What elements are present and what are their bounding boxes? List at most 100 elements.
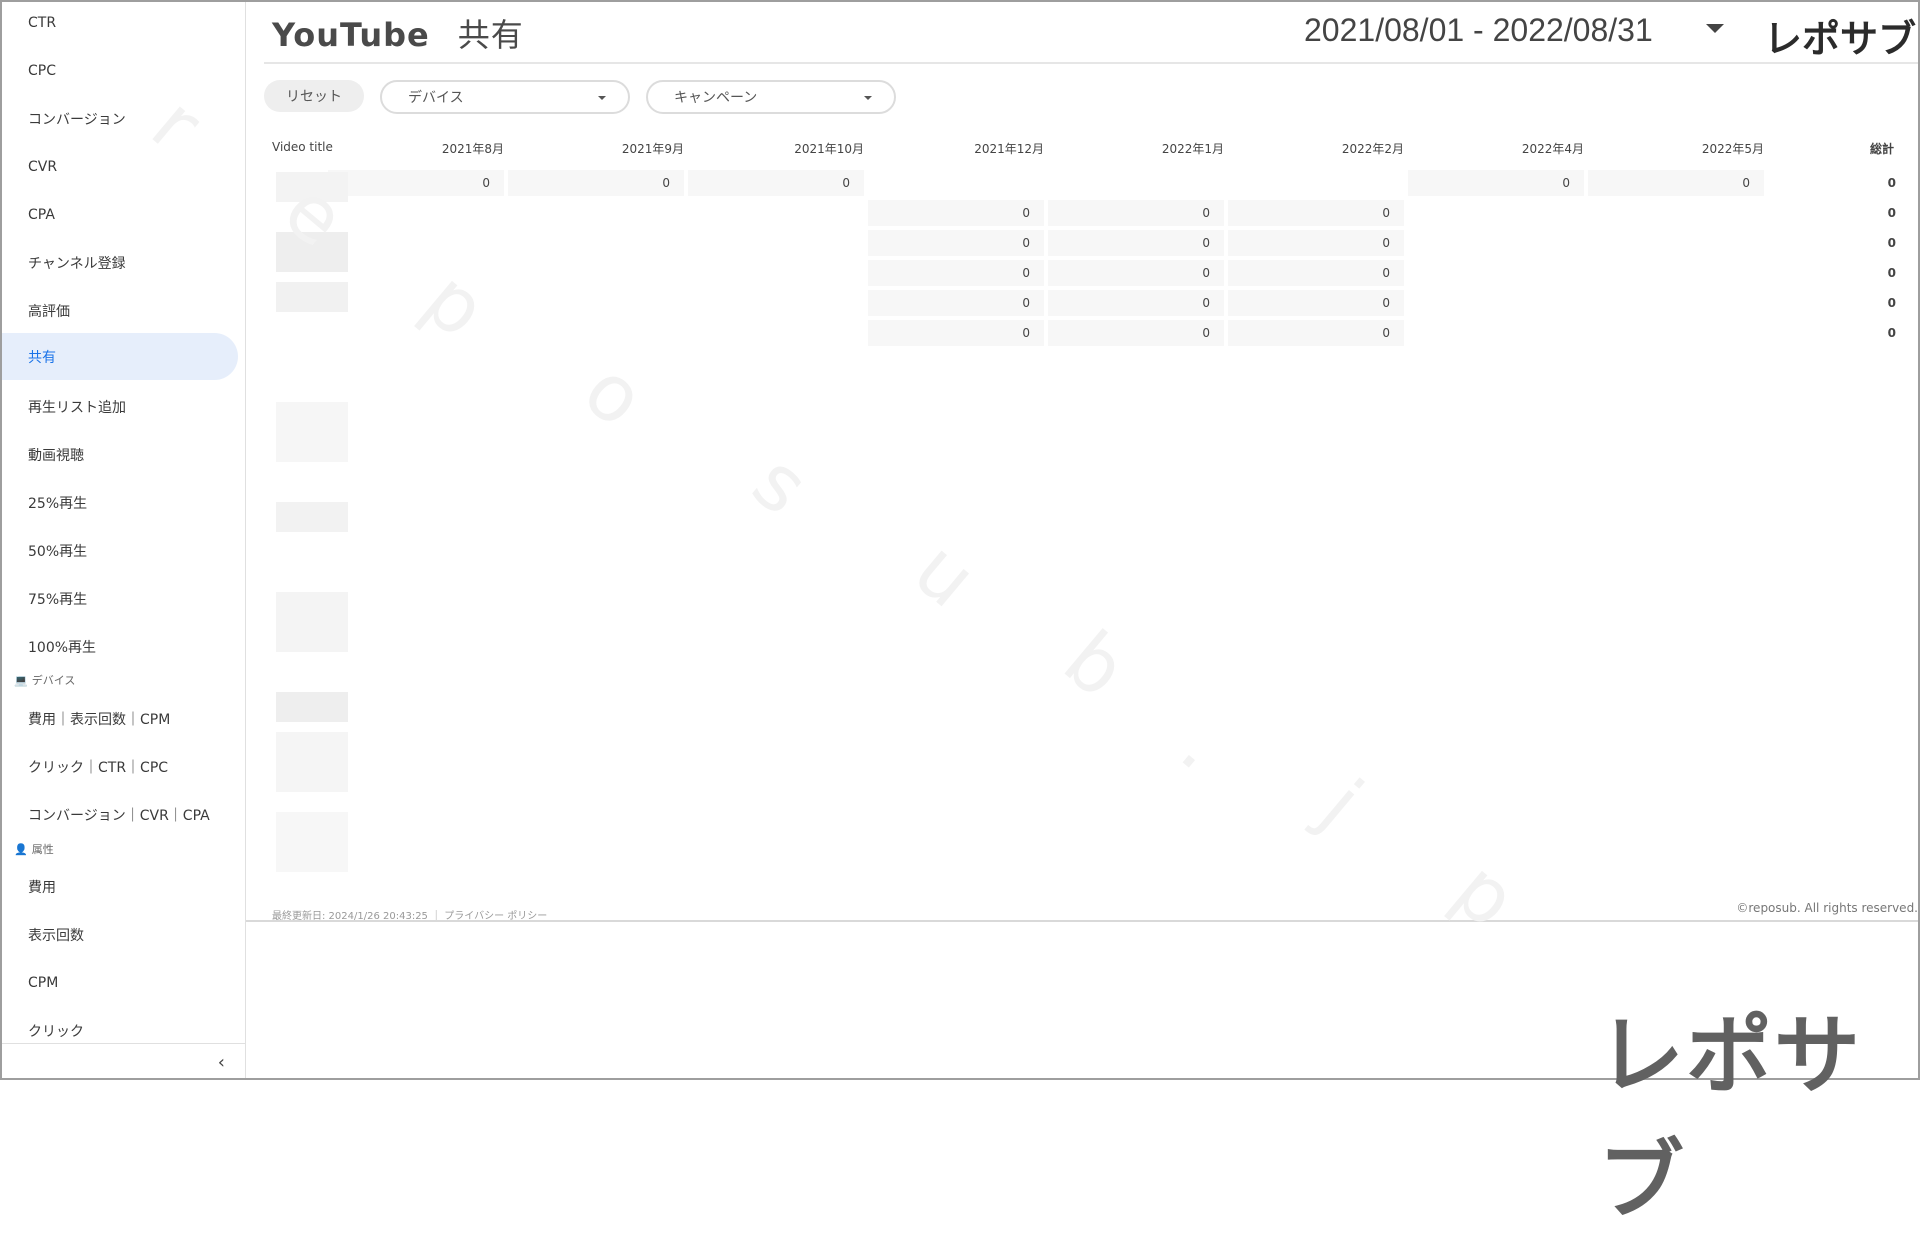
sidebar-item-attr-click[interactable]: クリック: [2, 1007, 238, 1044]
sidebar-item-label: CTR: [28, 14, 57, 31]
sidebar-item-label: 高評価: [28, 303, 70, 320]
sidebar-item-attr-cost[interactable]: 費用: [2, 863, 238, 910]
sidebar-item-device-conversion[interactable]: コンバージョン｜CVR｜CPA: [2, 791, 238, 838]
page-title: YouTube 共有: [272, 10, 524, 56]
redacted-block: [276, 502, 348, 532]
sidebar-item-likes[interactable]: 高評価: [2, 287, 238, 334]
table-cell: [1048, 170, 1224, 196]
campaign-select-value: キャンペーン: [674, 90, 758, 106]
column-header[interactable]: 2021年12月: [974, 140, 1044, 157]
table-cell: [508, 260, 684, 286]
main-content: YouTube 共有 2021/08/01 - 2022/08/31 レポサブ リ…: [264, 2, 1918, 922]
column-header[interactable]: 2021年9月: [622, 140, 684, 157]
sidebar-item-cpa[interactable]: CPA: [2, 191, 238, 238]
redacted-block: [276, 592, 348, 652]
chevron-left-icon[interactable]: ‹: [218, 1052, 225, 1073]
table-row: 000000: [264, 168, 1918, 198]
sidebar-item-ctr[interactable]: CTR: [2, 2, 238, 46]
sidebar-item-50-play[interactable]: 50%再生: [2, 527, 238, 574]
table-cell: [868, 170, 1044, 196]
table-cell: 0: [868, 290, 1044, 316]
table-cell: [1408, 230, 1584, 256]
sidebar-item-channel-subscribe[interactable]: チャンネル登録: [2, 239, 238, 286]
table-cell-total: 0: [1887, 206, 1896, 220]
column-header-total[interactable]: 総計: [1870, 140, 1894, 157]
sidebar-item-label: CPM: [28, 974, 59, 991]
column-header[interactable]: 2022年5月: [1702, 140, 1764, 157]
sidebar-item-75-play[interactable]: 75%再生: [2, 575, 238, 622]
date-range-dropdown-icon[interactable]: [1706, 24, 1724, 33]
column-header[interactable]: 2021年10月: [794, 140, 864, 157]
copyright-text: ©reposub. All rights reserved.: [1736, 901, 1918, 915]
table-cell: 0: [688, 170, 864, 196]
date-range-display[interactable]: 2021/08/01 - 2022/08/31: [1304, 12, 1653, 49]
table-cell: 0: [1228, 200, 1404, 226]
sidebar-item-25-play[interactable]: 25%再生: [2, 479, 238, 526]
device-select[interactable]: デバイス: [380, 80, 630, 114]
sidebar-item-video-views[interactable]: 動画視聴: [2, 431, 238, 478]
table-cell: [688, 260, 864, 286]
sidebar-item-label: 再生リスト追加: [28, 399, 126, 416]
redacted-block: [276, 402, 348, 462]
table-cell-total: 0: [1887, 296, 1896, 310]
table-cell: 0: [1408, 170, 1584, 196]
table-row: 0000: [264, 318, 1918, 348]
table-cell: 0: [868, 200, 1044, 226]
table-cell-total: 0: [1887, 236, 1896, 250]
sidebar-item-label: 費用｜表示回数｜CPM: [28, 711, 171, 728]
table-cell: 0: [1048, 290, 1224, 316]
sidebar-item-label: 75%再生: [28, 591, 88, 608]
table-cell-total: 0: [1887, 266, 1896, 280]
sidebar-item-label: 100%再生: [28, 639, 97, 656]
page-title-platform: YouTube: [272, 16, 430, 54]
redacted-video-titles: [276, 172, 348, 892]
column-header[interactable]: 2022年2月: [1342, 140, 1404, 157]
table-cell: 0: [1228, 290, 1404, 316]
sidebar-item-label: 動画視聴: [28, 447, 84, 464]
page-title-metric: 共有: [457, 16, 524, 54]
table-row: 0000: [264, 228, 1918, 258]
table-cell: [1588, 230, 1764, 256]
campaign-select[interactable]: キャンペーン: [646, 80, 896, 114]
table-cell-total: 0: [1887, 176, 1896, 190]
section-label: デバイス: [31, 674, 76, 687]
table-row: 0000: [264, 258, 1918, 288]
sidebar-item-device-click[interactable]: クリック｜CTR｜CPC: [2, 743, 238, 790]
sidebar-item-device-cost[interactable]: 費用｜表示回数｜CPM: [2, 695, 238, 742]
table-cell: [1588, 320, 1764, 346]
column-header[interactable]: 2022年4月: [1522, 140, 1584, 157]
sidebar-item-label: コンバージョン｜CVR｜CPA: [28, 807, 210, 824]
column-header-video-title[interactable]: Video title: [272, 140, 333, 154]
reset-button[interactable]: リセット: [264, 80, 364, 112]
table-cell: [508, 320, 684, 346]
sidebar-item-label: CPA: [28, 206, 55, 223]
column-header[interactable]: 2022年1月: [1162, 140, 1224, 157]
sidebar-item-attr-cpm[interactable]: CPM: [2, 959, 238, 1006]
table-cell: 0: [1228, 230, 1404, 256]
redacted-block: [276, 812, 348, 872]
table-row: 0000: [264, 288, 1918, 318]
sidebar-item-playlist-add[interactable]: 再生リスト追加: [2, 383, 238, 430]
sidebar-item-label: 50%再生: [28, 543, 88, 560]
header-divider: [264, 62, 1918, 64]
device-select-value: デバイス: [408, 90, 464, 106]
sidebar-item-100-play[interactable]: 100%再生: [2, 623, 238, 670]
table-cell: [1588, 290, 1764, 316]
sidebar-item-cpc[interactable]: CPC: [2, 47, 238, 94]
table-cell-total: 0: [1887, 326, 1896, 340]
table-cell: 0: [1228, 260, 1404, 286]
table-cell: [688, 290, 864, 316]
sidebar-item-shares[interactable]: 共有: [2, 333, 238, 380]
attribute-section-header: 👤 属性: [14, 841, 54, 857]
sidebar-item-label: チャンネル登録: [28, 255, 126, 272]
sidebar-item-attr-impressions[interactable]: 表示回数: [2, 911, 238, 958]
table-cell: 0: [1588, 170, 1764, 196]
sidebar-item-cvr[interactable]: CVR: [2, 143, 238, 190]
table-cell: [1408, 260, 1584, 286]
table-cell: 0: [868, 320, 1044, 346]
sidebar-item-label: 共有: [28, 349, 56, 366]
column-header[interactable]: 2021年8月: [442, 140, 504, 157]
table-cell: [688, 320, 864, 346]
sidebar-item-label: コンバージョン: [28, 111, 126, 128]
laptop-icon: 💻: [14, 673, 28, 687]
